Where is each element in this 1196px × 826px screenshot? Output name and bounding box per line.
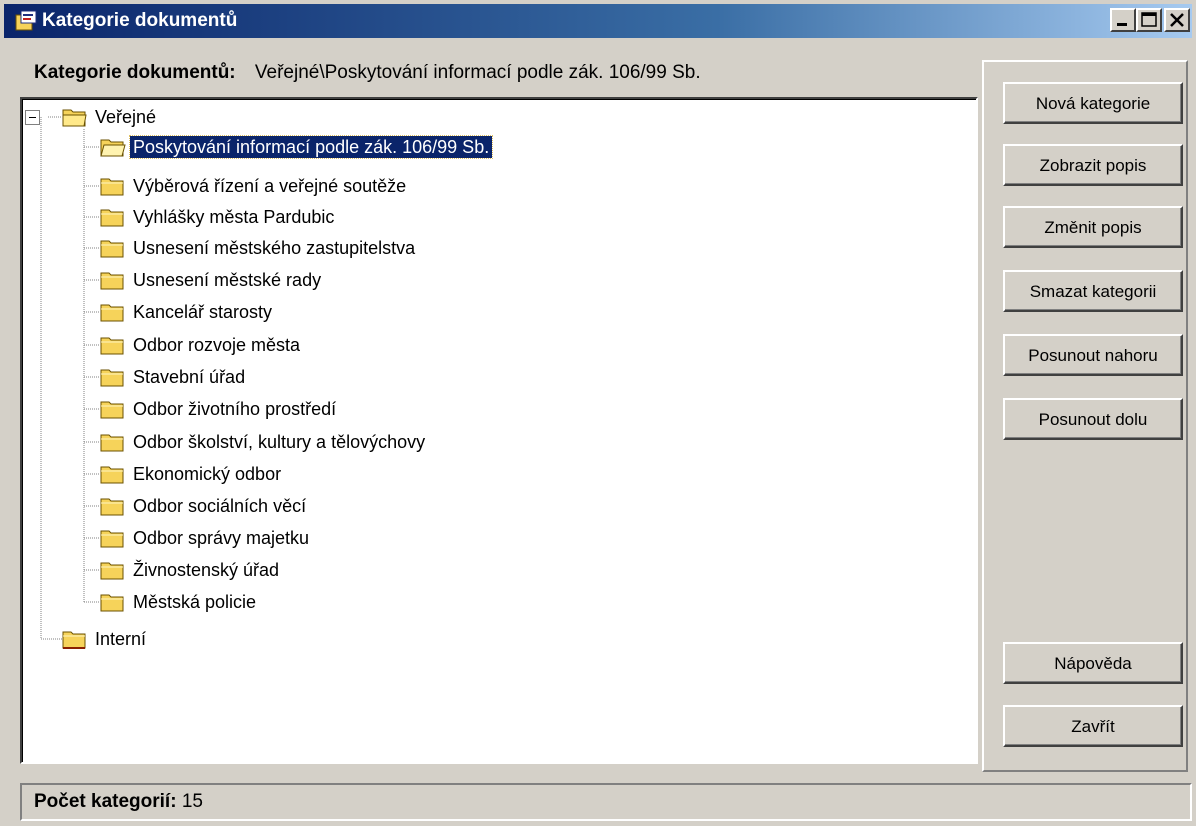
folder-icon [100, 530, 124, 548]
folder-icon [100, 240, 124, 258]
maximize-icon [1141, 12, 1157, 27]
folder-icon [100, 498, 124, 516]
minimize-button[interactable] [1110, 8, 1136, 32]
folder-icon [100, 272, 124, 290]
tree-node-label: Stavební úřad [133, 367, 246, 387]
tree-node-label: Usnesení městského zastupitelstva [133, 238, 416, 258]
window-title: Kategorie dokumentů [42, 10, 238, 31]
folder-icon [100, 304, 124, 322]
tree-node-label: Odbor školství, kultury a tělovýchovy [133, 432, 426, 452]
category-count-label: Počet kategorií: [34, 791, 177, 812]
tree-node-label: Interní [95, 629, 147, 649]
tree-node-label: Veřejné [95, 107, 157, 127]
help-button[interactable]: Nápověda [1003, 642, 1183, 684]
minimize-icon [1117, 23, 1127, 26]
new-category-button[interactable]: Nová kategorie [1003, 82, 1183, 124]
tree-node-label: Odbor rozvoje města [133, 335, 301, 355]
dialog-window: Kategorie dokumentů Kategorie dokumentů:… [0, 0, 1196, 826]
collapse-toggle[interactable] [25, 110, 40, 125]
close-icon [1170, 13, 1184, 27]
tree-node-label: Usnesení městské rady [133, 270, 322, 290]
title-bar[interactable]: Kategorie dokumentů [4, 4, 1192, 38]
folder-icon [62, 631, 86, 649]
close-dialog-button[interactable]: Zavřít [1003, 705, 1183, 747]
tree-node-label: Živnostenský úřad [133, 560, 280, 580]
folder-icon [100, 369, 124, 387]
folder-open-icon [62, 109, 87, 127]
show-description-button[interactable]: Zobrazit popis [1003, 144, 1183, 186]
category-path-label: Kategorie dokumentů: [34, 62, 236, 83]
category-tree[interactable]: Veřejné Poskytování informací podle zák.… [20, 97, 978, 764]
move-down-button[interactable]: Posunout dolu [1003, 398, 1183, 440]
tree-node-label: Vyhlášky města Pardubic [133, 207, 335, 227]
tree-node-label: Kancelář starosty [133, 302, 273, 322]
status-bar: Počet kategorií: 15 [20, 783, 1192, 821]
folder-icon [100, 401, 124, 419]
tree-node-label: Odbor sociálních věcí [133, 496, 307, 516]
delete-category-button[interactable]: Smazat kategorii [1003, 270, 1183, 312]
app-icon [15, 10, 37, 31]
tree-node-label: Odbor správy majetku [133, 528, 310, 548]
move-up-button[interactable]: Posunout nahoru [1003, 334, 1183, 376]
folder-icon [100, 594, 124, 612]
tree-node-label: Odbor životního prostředí [133, 399, 337, 419]
folder-icon [100, 466, 124, 484]
tree-node-label: Poskytování informací podle zák. 106/99 … [128, 135, 494, 159]
folder-icon [100, 178, 124, 196]
folder-open-icon [100, 139, 126, 157]
category-path-value: Veřejné\Poskytování informací podle zák.… [254, 62, 701, 83]
tree-node-label: Městská policie [133, 592, 257, 612]
folder-icon [100, 434, 124, 452]
tree-node-label: Ekonomický odbor [133, 464, 282, 484]
folder-icon [100, 209, 124, 227]
folder-icon [100, 337, 124, 355]
category-path-header: Kategorie dokumentů: Veřejné\Poskytování… [34, 62, 701, 84]
maximize-button[interactable] [1136, 8, 1162, 32]
category-count-value: 15 [181, 791, 203, 812]
change-description-button[interactable]: Změnit popis [1003, 206, 1183, 248]
folder-icon [100, 562, 124, 580]
tree-node-label: Výběrová řízení a veřejné soutěže [133, 176, 407, 196]
close-button[interactable] [1164, 8, 1190, 32]
